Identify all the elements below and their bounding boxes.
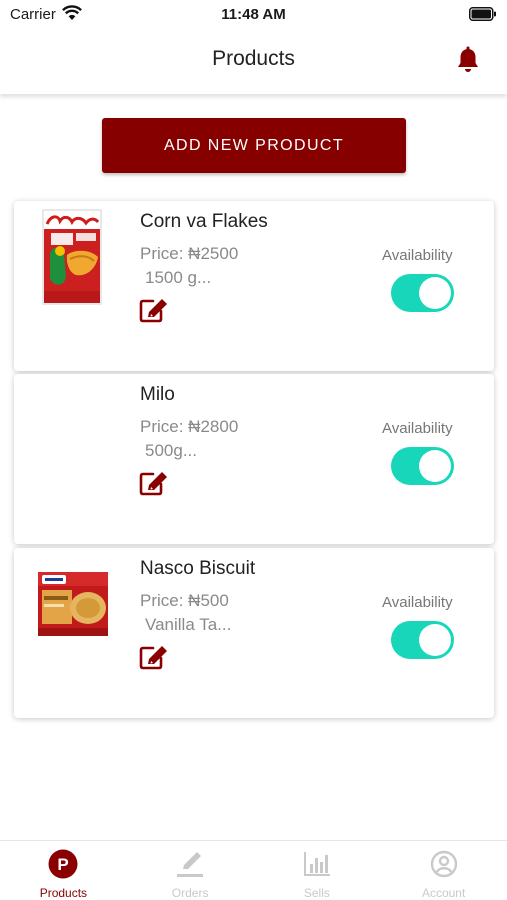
edit-icon[interactable] [138, 298, 170, 329]
clock: 11:48 AM [221, 6, 286, 23]
product-price: Price: ₦500 [140, 591, 229, 610]
tab-account[interactable]: Account [380, 841, 507, 900]
nav-bar: Products [0, 30, 507, 94]
tab-orders[interactable]: Orders [127, 841, 254, 900]
toggle-knob [419, 450, 451, 482]
svg-text:P: P [58, 855, 69, 874]
tab-label: Account [421, 886, 466, 900]
product-description: 1500 g... [145, 268, 212, 287]
product-card: Nasco Biscuit Price: ₦500 Vanilla Ta... … [14, 548, 494, 718]
bottom-tab-bar: P Products Orders Sells Account [0, 840, 507, 900]
tab-label: Sells [303, 886, 330, 900]
pencil-icon [175, 849, 205, 884]
battery-icon [469, 7, 497, 26]
availability-toggle[interactable] [391, 447, 454, 485]
status-bar: Carrier 11:48 AM [0, 0, 507, 30]
product-card: Corn va Flakes Price: ₦2500 1500 g... Av… [14, 201, 494, 371]
account-icon [429, 849, 459, 884]
product-price: Price: ₦2500 [140, 244, 239, 263]
tab-label: Orders [171, 886, 209, 900]
product-image-corn-flakes [36, 207, 108, 307]
add-new-product-button[interactable]: ADD NEW PRODUCT [102, 118, 406, 173]
toggle-knob [419, 277, 451, 309]
toggle-knob [419, 624, 451, 656]
availability-label: Availability [382, 420, 453, 437]
tab-sells[interactable]: Sells [254, 841, 381, 900]
tab-products[interactable]: P Products [0, 841, 127, 900]
page-title: Products [212, 47, 295, 70]
edit-icon[interactable] [138, 645, 170, 676]
product-name: Nasco Biscuit [140, 558, 256, 579]
tab-label: Products [39, 886, 88, 900]
product-name: Corn va Flakes [140, 211, 268, 232]
products-p-icon: P [48, 849, 78, 884]
product-name: Milo [140, 384, 175, 405]
availability-toggle[interactable] [391, 274, 454, 312]
edit-icon[interactable] [138, 471, 170, 502]
availability-label: Availability [382, 594, 453, 611]
product-card: Milo Price: ₦2800 500g... Availability [14, 374, 494, 544]
availability-toggle[interactable] [391, 621, 454, 659]
product-image-nasco-biscuit [36, 554, 110, 654]
product-price: Price: ₦2800 [140, 417, 239, 436]
product-description: 500g... [145, 441, 197, 460]
bar-chart-icon [302, 849, 332, 884]
availability-label: Availability [382, 247, 453, 264]
product-description: Vanilla Ta... [145, 615, 232, 634]
bell-icon[interactable] [456, 46, 480, 79]
